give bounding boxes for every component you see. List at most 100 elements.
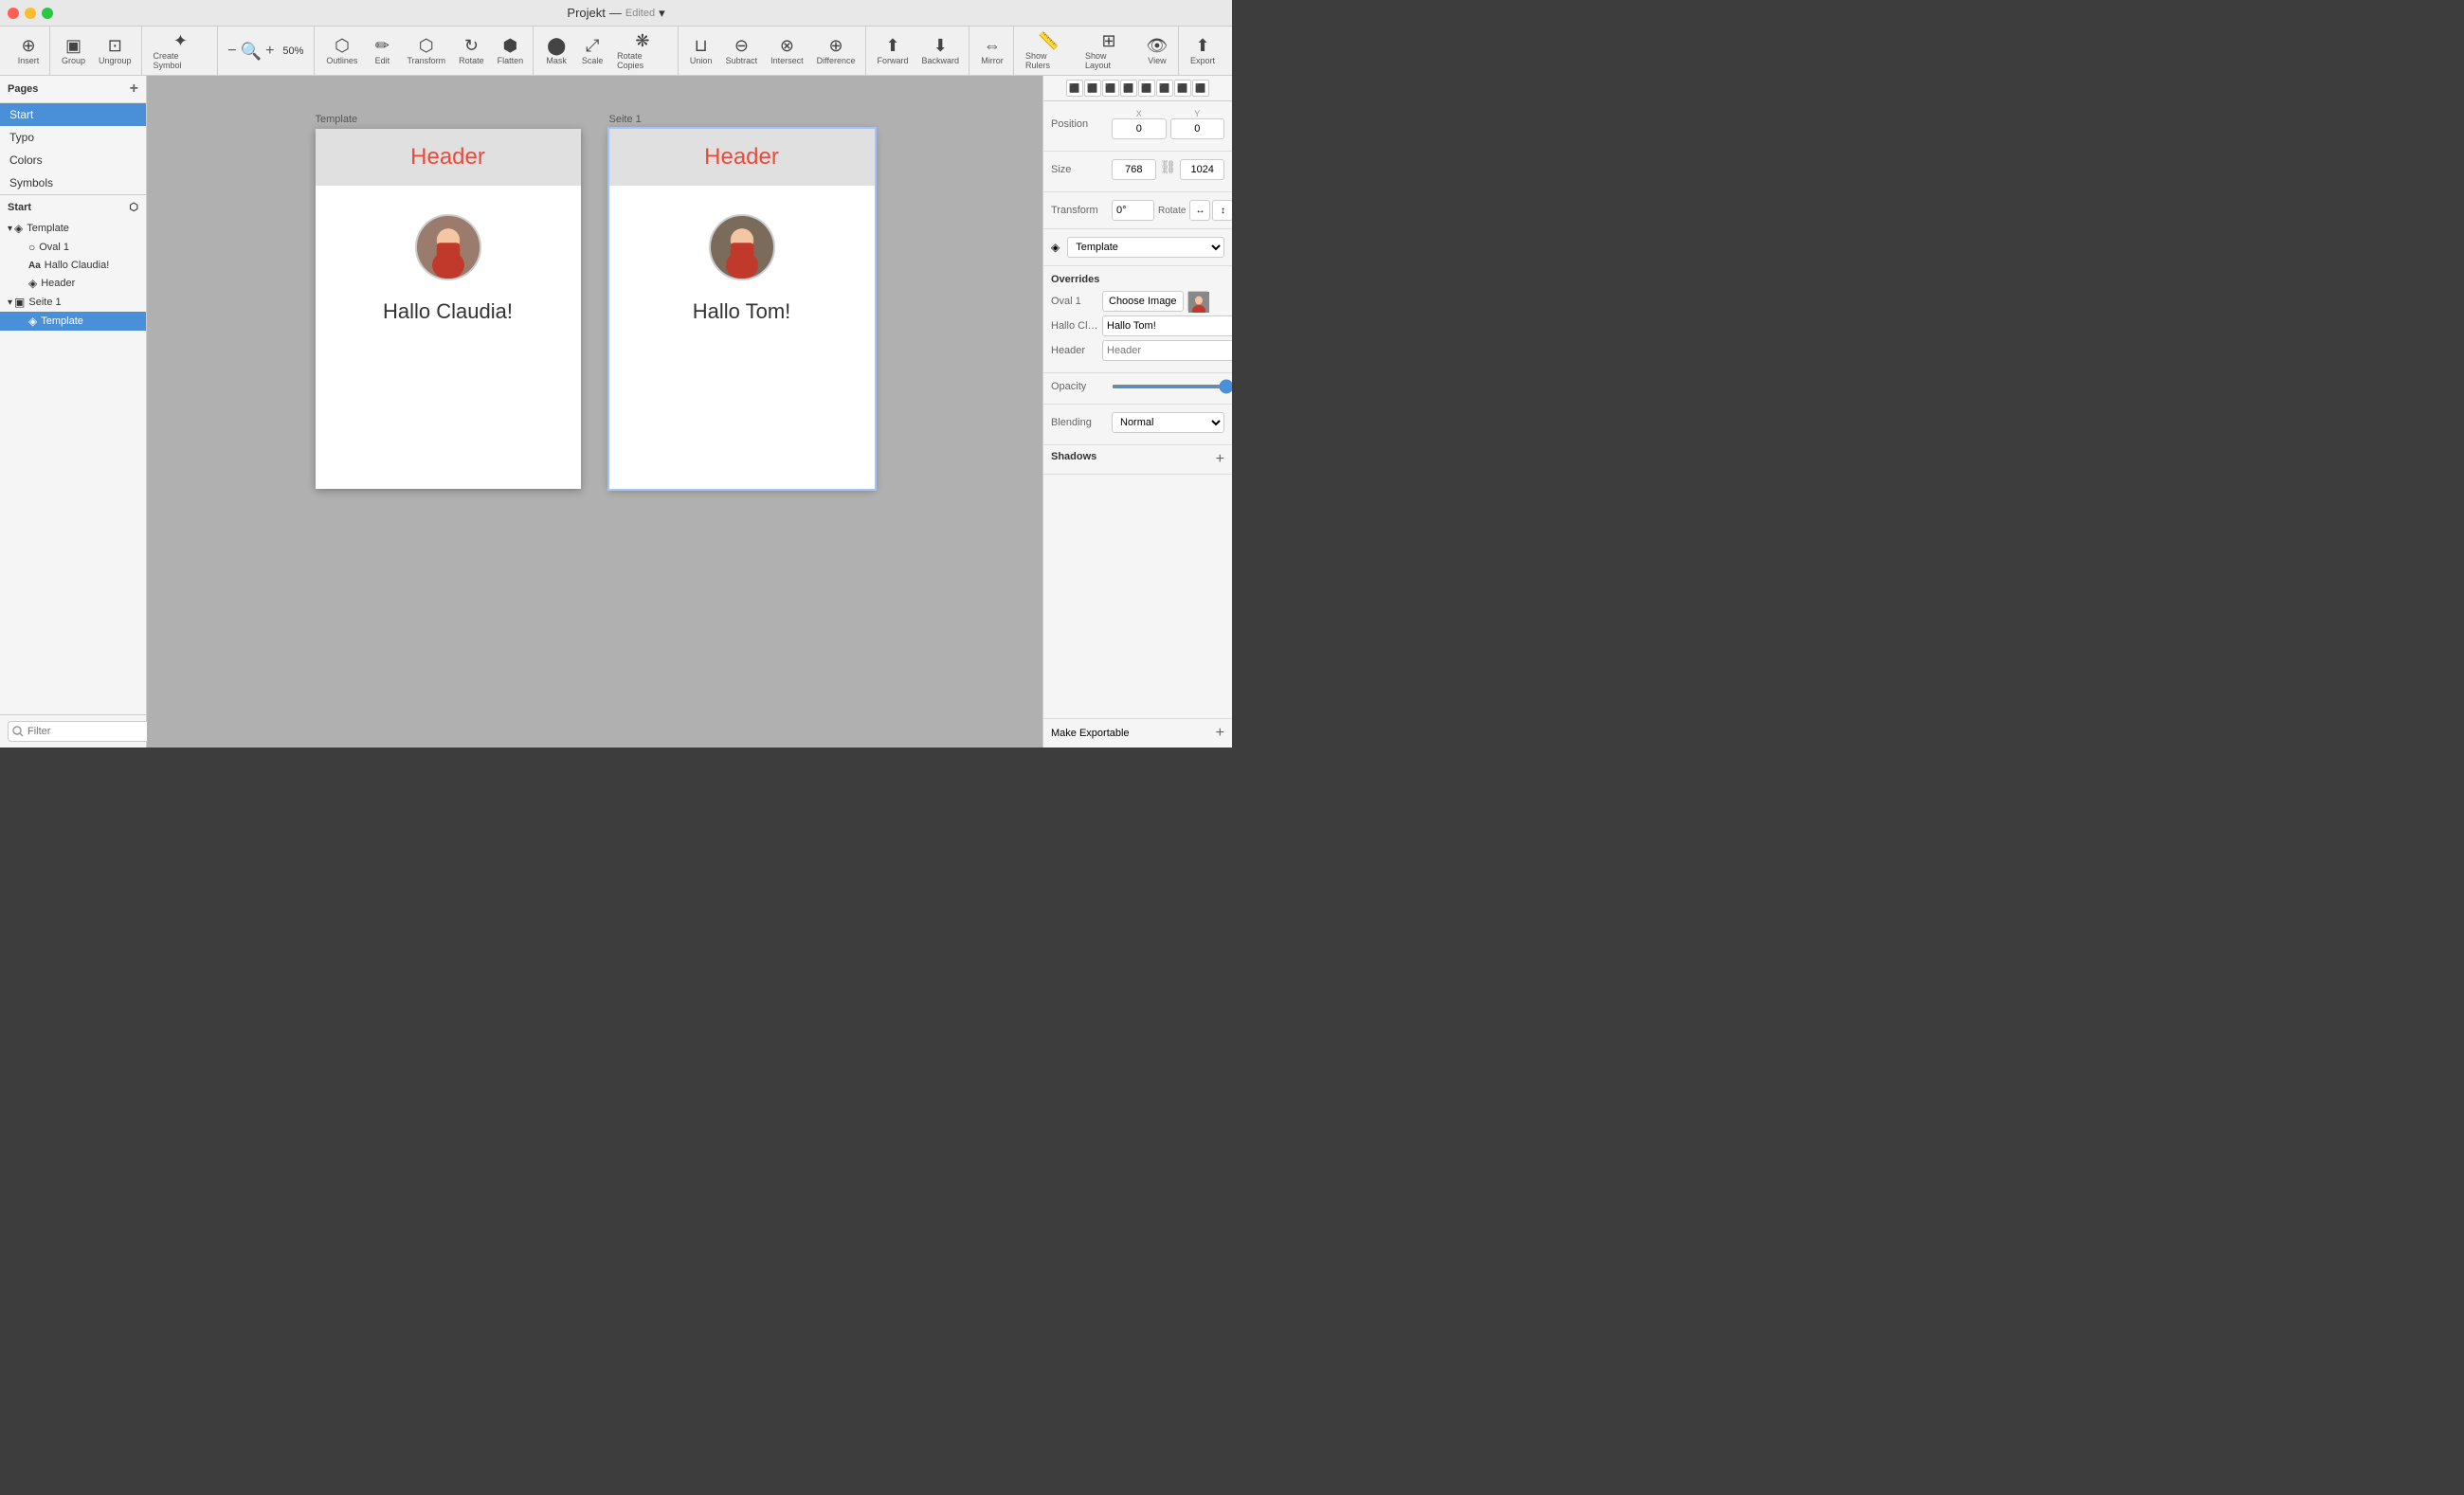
height-coord (1180, 159, 1224, 180)
position-row: Position X Y (1051, 109, 1224, 139)
page-item-typo[interactable]: Typo (0, 126, 146, 149)
opacity-slider[interactable] (1112, 385, 1232, 388)
backward-button[interactable]: ⬇ Backward (916, 31, 966, 71)
avatar-tom (709, 214, 775, 280)
mirror-button[interactable]: ⇔ Mirror (975, 31, 1009, 71)
scale-button[interactable]: ⤢ Scale (575, 31, 609, 71)
hallo-override-input[interactable] (1102, 315, 1232, 336)
close-button[interactable] (8, 8, 19, 19)
artboard-template[interactable]: Header Hallo Claudia! (316, 129, 581, 489)
outlines-button[interactable]: ⬡ Outlines (320, 31, 363, 71)
union-button[interactable]: ⊔ Union (684, 31, 718, 71)
maximize-button[interactable] (42, 8, 53, 19)
view-icon: 👁 (1147, 37, 1169, 54)
add-exportable-button[interactable]: + (1216, 725, 1224, 742)
flatten-button[interactable]: ⬢ Flatten (492, 31, 530, 71)
insert-button[interactable]: ⊕ Insert (11, 31, 45, 71)
zoom-out-button[interactable]: − (226, 41, 238, 62)
edit-status: Edited (625, 8, 655, 19)
group-button[interactable]: ▣ Group (56, 31, 91, 71)
create-symbol-button[interactable]: ✦ Create Symbol (148, 31, 214, 71)
align-center-h-button[interactable]: ⬛ (1084, 80, 1101, 97)
blending-select[interactable]: Normal (1112, 412, 1224, 433)
view-controls: 📏 Show Rulers ⊞ Show Layout 👁 View (1016, 27, 1179, 75)
rotate-button[interactable]: ↻ Rotate (453, 31, 490, 71)
page-item-start[interactable]: Start (0, 103, 146, 126)
layer-item-template-group[interactable]: ▾ ◈ Template (0, 219, 146, 238)
edit-button[interactable]: ✏ Edit (365, 31, 399, 71)
artboard-seite1[interactable]: Header Hallo Tom! (609, 129, 875, 489)
union-icon: ⊔ (695, 37, 708, 54)
align-left-button[interactable]: ⬛ (1066, 80, 1083, 97)
mask-button[interactable]: ⬤ Mask (539, 31, 573, 71)
make-exportable-label: Make Exportable (1051, 728, 1130, 739)
group-icon: ▣ (65, 37, 82, 54)
align-bottom-button[interactable]: ⬛ (1156, 80, 1173, 97)
page-item-colors[interactable]: Colors (0, 149, 146, 171)
left-sidebar: Pages + Start Typo Colors Symbols Start … (0, 76, 147, 748)
export-controls: ⬆ Export (1181, 27, 1224, 75)
y-input[interactable] (1170, 118, 1225, 139)
flip-h-button[interactable]: ↔ (1189, 200, 1210, 221)
export-button[interactable]: ⬆ Export (1185, 31, 1221, 71)
layer-toggle[interactable]: ▾ (8, 224, 12, 234)
show-rulers-button[interactable]: 📏 Show Rulers (1020, 31, 1078, 71)
layers-panel: Start ⬡ ▾ ◈ Template ○ Oval 1 Aa Hallo C… (0, 194, 146, 714)
artboard-template-name: Hallo Claudia! (383, 299, 513, 324)
opacity-row: Opacity 100 % (1051, 381, 1224, 392)
minimize-button[interactable] (25, 8, 36, 19)
pages-title: Pages (8, 83, 38, 95)
subtract-button[interactable]: ⊖ Subtract (720, 31, 764, 71)
artboard-template-container: Template Header Hallo C (316, 114, 581, 489)
layer-item-template-active[interactable]: ◈ Template (0, 312, 146, 331)
rotate-input[interactable] (1112, 200, 1154, 221)
template-style-icon: ◈ (1051, 241, 1060, 254)
page-item-symbols[interactable]: Symbols (0, 171, 146, 194)
position-label: Position (1051, 118, 1108, 130)
layer-item-header[interactable]: ◈ Header (0, 274, 146, 293)
choose-image-button[interactable]: Choose Image (1102, 291, 1184, 312)
view-button[interactable]: 👁 View (1140, 31, 1174, 71)
group-icon: ▣ (14, 296, 25, 309)
align-center-v-button[interactable]: ⬛ (1138, 80, 1155, 97)
mirror-controls: ⇔ Mirror (971, 27, 1014, 75)
distribute-h-button[interactable]: ⬛ (1174, 80, 1191, 97)
title-bar: Projekt — Edited ▾ (0, 0, 1232, 27)
create-symbol-icon: ✦ (173, 32, 188, 49)
template-select[interactable]: Template (1067, 237, 1224, 258)
x-input[interactable] (1112, 118, 1167, 139)
layer-toggle[interactable]: ▾ (8, 297, 12, 308)
ungroup-button[interactable]: ⊡ Ungroup (93, 31, 137, 71)
layer-item-oval1[interactable]: ○ Oval 1 (0, 238, 146, 257)
show-layout-button[interactable]: ⊞ Show Layout (1079, 31, 1138, 71)
transform-button[interactable]: ⬡ Transform (401, 31, 451, 71)
thumb-svg (1188, 292, 1209, 313)
width-input[interactable] (1112, 159, 1156, 180)
layer-item-seite1[interactable]: ▾ ▣ Seite 1 (0, 293, 146, 312)
intersect-button[interactable]: ⊗ Intersect (765, 31, 809, 71)
filter-input[interactable] (8, 721, 169, 742)
title-dropdown-icon[interactable]: ▾ (659, 6, 665, 21)
canvas[interactable]: Template Header Hallo C (147, 76, 1042, 748)
spacer (1043, 475, 1232, 718)
traffic-lights (8, 8, 53, 19)
artboard-seite1-body: Hallo Tom! (609, 186, 875, 352)
rotate-copies-button[interactable]: ❋ Rotate Copies (611, 31, 673, 71)
add-page-button[interactable]: + (130, 81, 138, 97)
align-top-button[interactable]: ⬛ (1120, 80, 1137, 97)
blending-row: Blending Normal (1051, 412, 1224, 433)
layer-item-text-claudia[interactable]: Aa Hallo Claudia! (0, 257, 146, 274)
add-shadow-button[interactable]: + (1216, 451, 1224, 468)
header-override-input[interactable] (1102, 340, 1232, 361)
layer-label: Template (27, 223, 69, 234)
align-buttons: ⬛ ⬛ ⬛ ⬛ ⬛ ⬛ ⬛ ⬛ (1066, 80, 1209, 97)
height-input[interactable] (1180, 159, 1224, 180)
distribute-v-button[interactable]: ⬛ (1192, 80, 1209, 97)
zoom-in-button[interactable]: + (263, 41, 276, 62)
rulers-icon: 📏 (1038, 32, 1059, 49)
forward-button[interactable]: ⬆ Forward (872, 31, 915, 71)
difference-button[interactable]: ⊕ Difference (811, 31, 861, 71)
zoom-value[interactable]: 50% (278, 45, 308, 57)
flip-v-button[interactable]: ↕ (1212, 200, 1232, 221)
align-right-button[interactable]: ⬛ (1102, 80, 1119, 97)
